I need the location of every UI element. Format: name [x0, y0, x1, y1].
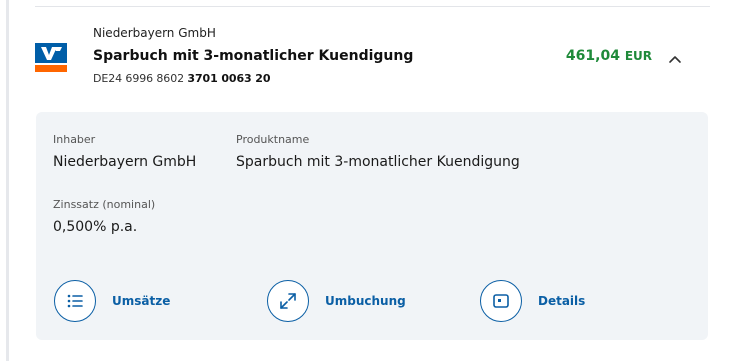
- balance-amount: 461,04: [565, 48, 620, 64]
- transactions-label: Umsätze: [112, 294, 171, 308]
- iban-suffix: 3701 0063 20: [187, 72, 271, 85]
- list-icon: [67, 294, 83, 308]
- interest-rate-label: Zinssatz (nominal): [53, 198, 156, 211]
- owner-label: Inhaber: [53, 133, 96, 146]
- transfer-label: Umbuchung: [325, 294, 406, 308]
- details-circle: [480, 280, 522, 322]
- transfer-button[interactable]: Umbuchung: [267, 280, 406, 322]
- volksbank-logo-icon: [35, 43, 67, 72]
- card-icon: [493, 294, 509, 308]
- details-panel: Inhaber Niederbayern GmbH Produktname Sp…: [36, 112, 708, 340]
- product-name-label: Produktname: [236, 133, 310, 146]
- details-button[interactable]: Details: [480, 280, 586, 322]
- account-card: Niederbayern GmbH Sparbuch mit 3-monatli…: [0, 0, 732, 361]
- left-divider: [6, 0, 9, 361]
- account-header[interactable]: Niederbayern GmbH Sparbuch mit 3-monatli…: [35, 22, 710, 92]
- balance: 461,04 EUR: [566, 48, 652, 64]
- transfer-arrows-icon: [280, 293, 296, 309]
- transactions-circle: [54, 280, 96, 322]
- interest-rate-value: 0,500% p.a.: [53, 219, 138, 235]
- balance-currency: EUR: [624, 49, 652, 63]
- product-title: Sparbuch mit 3-monatlicher Kuendigung: [93, 48, 414, 64]
- owner-value: Niederbayern GmbH: [53, 154, 197, 170]
- chevron-up-icon[interactable]: [666, 50, 684, 68]
- transactions-button[interactable]: Umsätze: [54, 280, 171, 322]
- product-name-value: Sparbuch mit 3-monatlicher Kuendigung: [236, 154, 520, 170]
- iban-prefix: DE24 6996 8602: [93, 72, 188, 85]
- bank-name: Niederbayern GmbH: [93, 26, 216, 40]
- transfer-circle: [267, 280, 309, 322]
- iban: DE24 6996 8602 3701 0063 20: [93, 72, 271, 85]
- details-label: Details: [538, 294, 586, 308]
- top-divider: [35, 6, 710, 7]
